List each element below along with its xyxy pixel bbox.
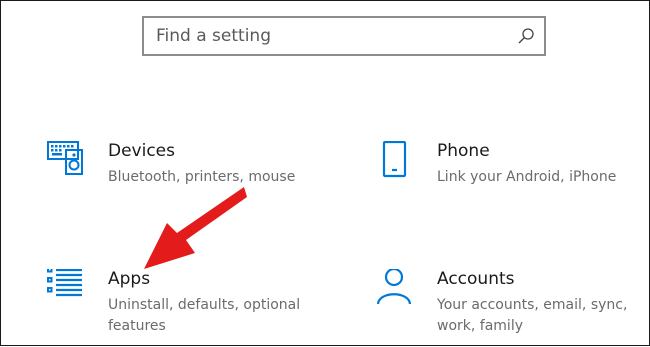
tile-title: Devices (108, 141, 175, 161)
tile-description: Bluetooth, printers, mouse (108, 169, 296, 185)
tile-title: Apps (108, 269, 151, 289)
person-icon (376, 269, 412, 305)
search-icon[interactable] (517, 27, 535, 45)
tile-title: Accounts (437, 269, 515, 289)
phone-icon (382, 141, 407, 178)
settings-window: Devices Bluetooth, printers, mouse Phone… (0, 0, 650, 346)
search-box[interactable] (142, 16, 546, 56)
search-input[interactable] (156, 18, 506, 54)
tile-description: Your accounts, email, sync, work, family (437, 297, 628, 334)
tile-title: Phone (437, 141, 490, 161)
apps-list-icon (47, 269, 82, 297)
tile-description: Link your Android, iPhone (437, 169, 617, 185)
keyboard-speaker-icon (47, 141, 83, 175)
tile-description: Uninstall, defaults, optional features (108, 297, 301, 334)
